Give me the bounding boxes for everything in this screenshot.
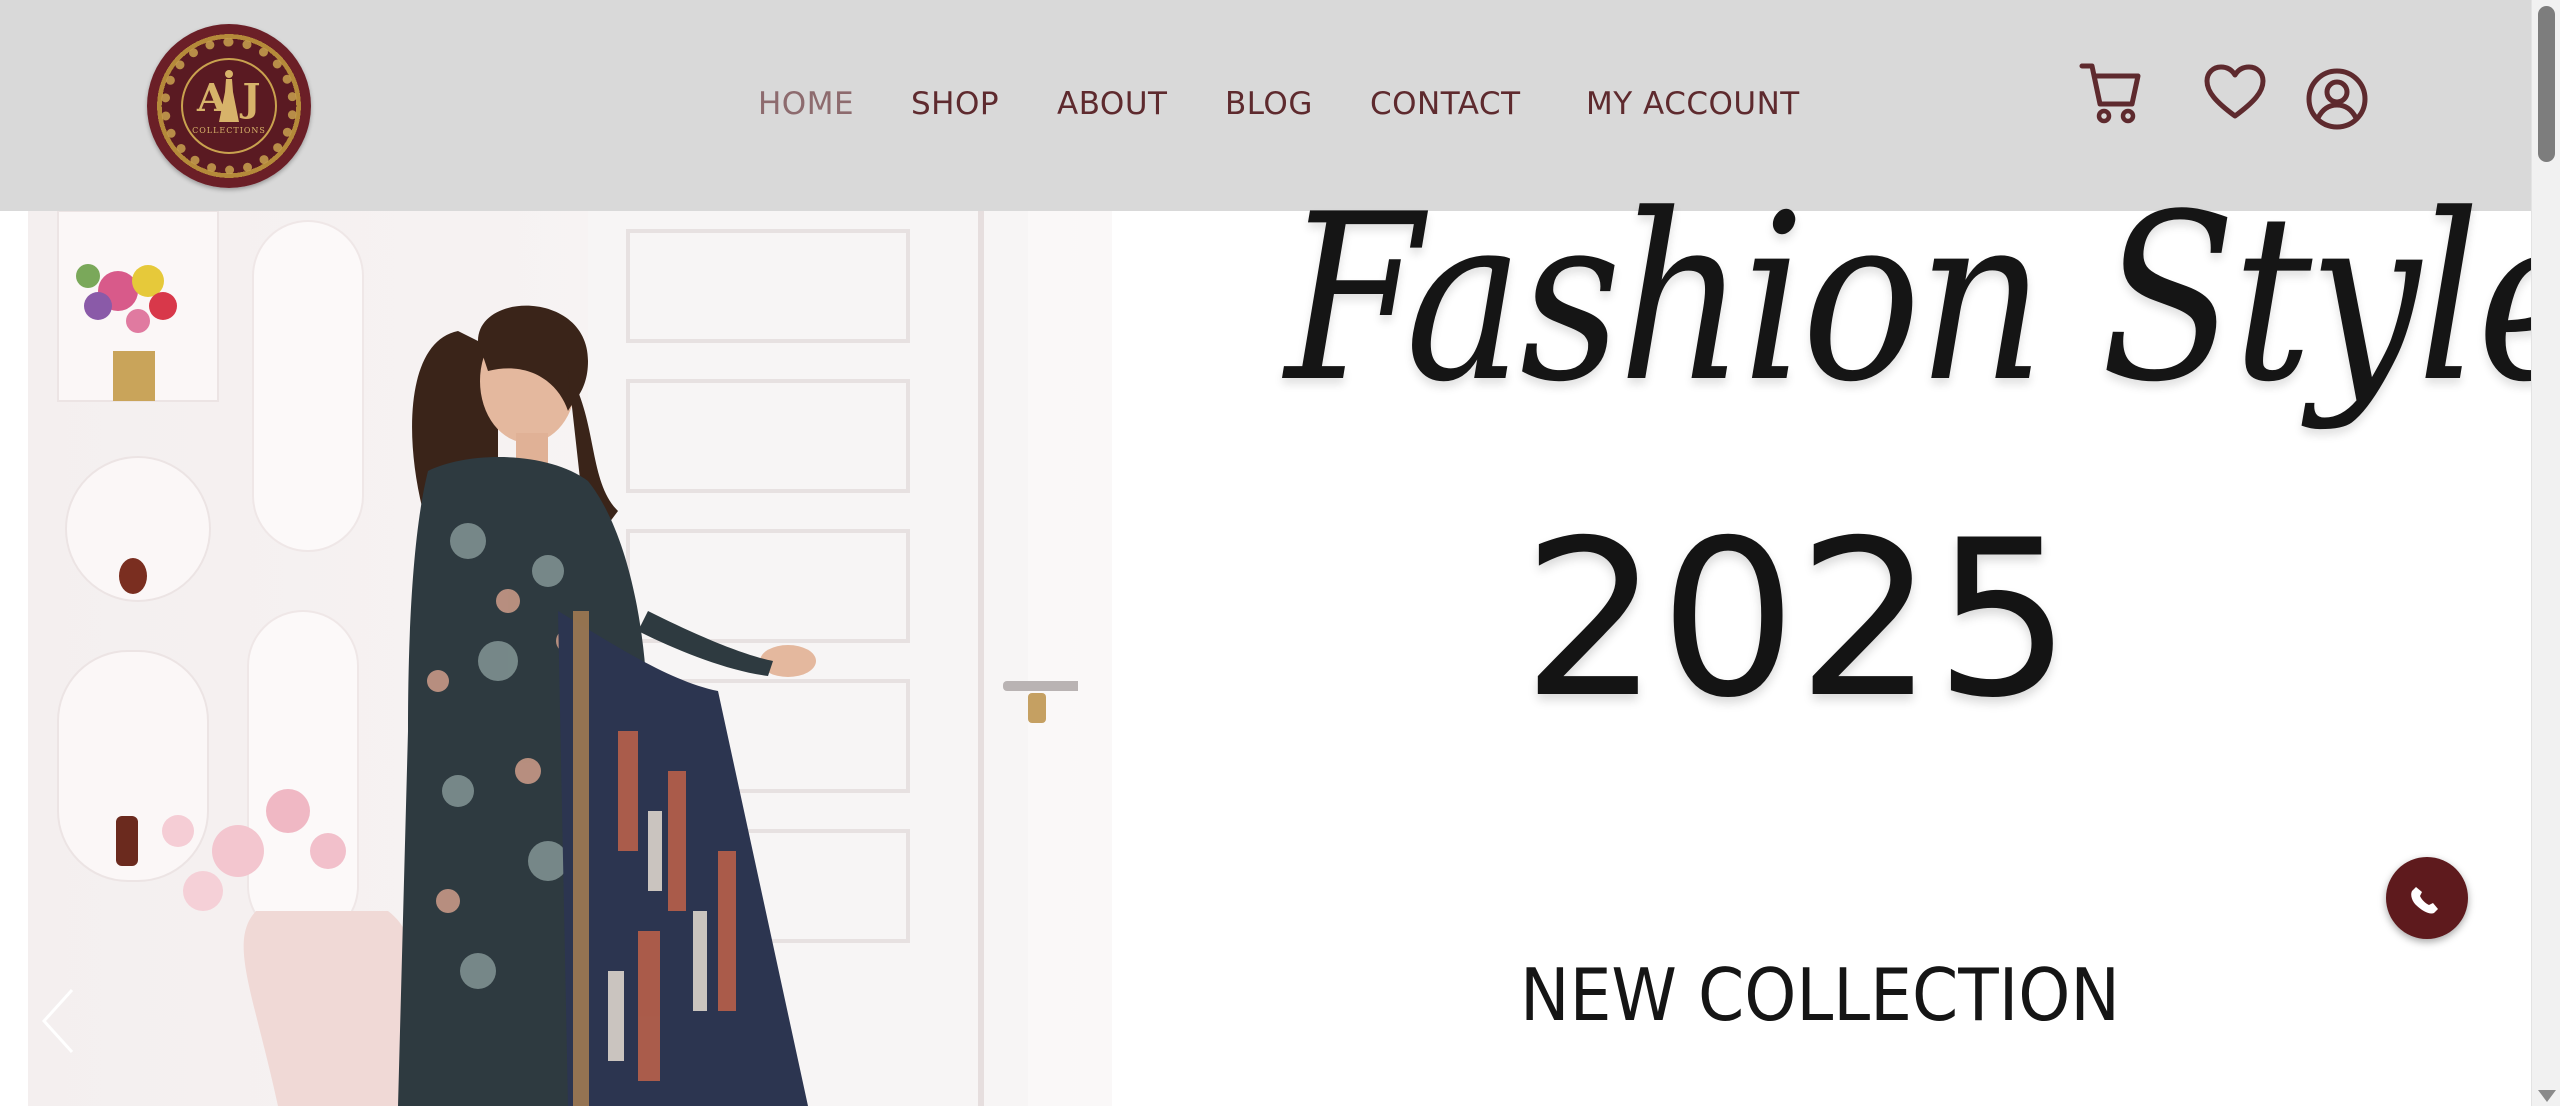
wishlist-button[interactable] — [2204, 64, 2266, 120]
scrollbar-thumb[interactable] — [2538, 6, 2555, 162]
user-account-icon — [2306, 68, 2368, 130]
chevron-left-icon — [41, 988, 74, 1054]
nav-home[interactable]: HOME — [758, 82, 854, 126]
logo-letters: AJ — [197, 75, 277, 120]
logo-subtitle: COLLECTIONS — [192, 126, 266, 135]
cart-button[interactable] — [2078, 60, 2144, 126]
nav-shop[interactable]: SHOP — [911, 82, 999, 126]
slider-prev-button[interactable] — [38, 986, 78, 1056]
page-scrollbar[interactable] — [2531, 0, 2560, 1106]
nav-blog[interactable]: BLOG — [1225, 82, 1313, 126]
nav-contact[interactable]: CONTACT — [1370, 82, 1521, 126]
hero-year: 2025 — [1522, 494, 2072, 745]
cart-icon — [2079, 63, 2141, 124]
hero-model-photo — [28, 211, 1134, 1106]
hero-photo-illustration — [57, 211, 1134, 1106]
account-button[interactable] — [2305, 67, 2369, 131]
nav-my-account[interactable]: MY ACCOUNT — [1586, 82, 1800, 126]
hero-script-title: Fashion Style — [1285, 166, 2560, 433]
page: AJ COLLECTIONS HOME SHOP ABOUT BLOG CONT… — [0, 0, 2560, 1106]
hero-subtitle: NEW COLLECTION — [1520, 953, 2120, 1037]
heart-icon — [2204, 64, 2266, 119]
phone-icon — [2411, 887, 2438, 914]
call-button[interactable] — [2386, 857, 2468, 939]
scroll-down-arrow-icon[interactable] — [2538, 1090, 2556, 1102]
brand-logo[interactable]: AJ COLLECTIONS — [147, 24, 311, 188]
logo-emblem: AJ COLLECTIONS — [181, 58, 277, 154]
nav-about[interactable]: ABOUT — [1057, 82, 1167, 126]
